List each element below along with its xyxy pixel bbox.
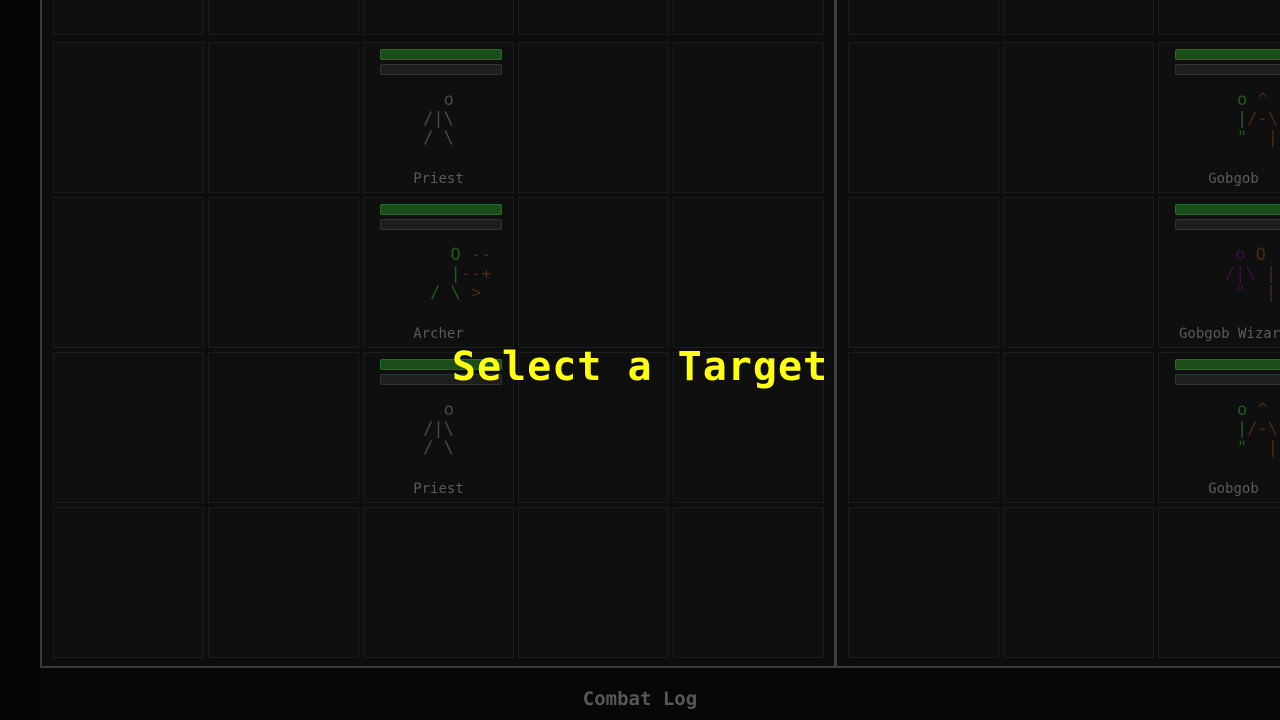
enemy-cell[interactable] [1158,0,1280,35]
unit-name: Priest [413,171,464,187]
combat-log-button[interactable]: Combat Log [0,688,1280,710]
enemy-cell[interactable] [1003,507,1154,658]
party-cell[interactable] [363,507,514,658]
goblin-sprite: o ^ |/-\ " | [1237,90,1278,148]
party-cell[interactable] [53,42,204,193]
enemy-unit-cell[interactable]: o ^ |/-\ " | Gobgob [1158,42,1280,193]
party-cell[interactable] [518,0,669,35]
enemy-cell[interactable] [848,507,999,658]
enemy-grid: o ^ |/-\ " | Gobgob o O /|\ | " | Gobgob… [836,0,1280,666]
select-target-prompt: Select a Target [451,344,829,390]
party-cell[interactable] [673,197,824,348]
party-cell[interactable] [208,507,359,658]
mana-bar [1175,64,1280,75]
priest-sprite: o /|\ / \ [423,90,454,148]
party-cell[interactable] [673,0,824,35]
enemy-cell[interactable] [1158,507,1280,658]
goblin-sprite: o ^ |/-\ " | [1237,400,1278,458]
party-cell[interactable] [53,197,204,348]
mana-bar [1175,219,1280,230]
party-cell[interactable] [208,42,359,193]
health-bar [380,204,502,215]
party-unit-cell[interactable]: o /|\ / \ Priest [363,42,514,193]
archer-sprite: O -- |--+ / \ > [430,245,492,303]
mana-bar [380,64,502,75]
party-cell[interactable] [518,42,669,193]
enemy-cell[interactable] [848,0,999,35]
unit-name: Gobgob Wizard [1179,326,1280,342]
party-cell[interactable] [363,0,514,35]
battlefield: o /|\ / \ Priest O -- |--+ / \ > Archer … [40,0,1280,668]
party-cell[interactable] [53,0,204,35]
mana-bar [380,219,502,230]
unit-name: Gobgob [1208,171,1259,187]
party-cell[interactable] [208,0,359,35]
health-bar [1175,49,1280,60]
unit-name: Priest [413,481,464,497]
enemy-cell[interactable] [848,197,999,348]
party-unit-cell[interactable]: O -- |--+ / \ > Archer [363,197,514,348]
party-cell[interactable] [518,197,669,348]
party-cell[interactable] [673,42,824,193]
enemy-cell[interactable] [848,42,999,193]
party-cell[interactable] [53,507,204,658]
party-grid: o /|\ / \ Priest O -- |--+ / \ > Archer … [42,0,834,666]
priest-sprite: o /|\ / \ [423,400,454,458]
enemy-cell[interactable] [1003,42,1154,193]
enemy-unit-cell[interactable]: o O /|\ | " | Gobgob Wizard [1158,197,1280,348]
health-bar [380,49,502,60]
goblin-wizard-sprite: o O /|\ | " | [1225,245,1277,303]
unit-name: Gobgob [1208,481,1259,497]
party-cell[interactable] [208,197,359,348]
health-bar [1175,204,1280,215]
enemy-cell[interactable] [1003,197,1154,348]
party-cell[interactable] [673,507,824,658]
enemy-cell[interactable] [1003,0,1154,35]
unit-name: Archer [413,326,464,342]
party-cell[interactable] [518,507,669,658]
